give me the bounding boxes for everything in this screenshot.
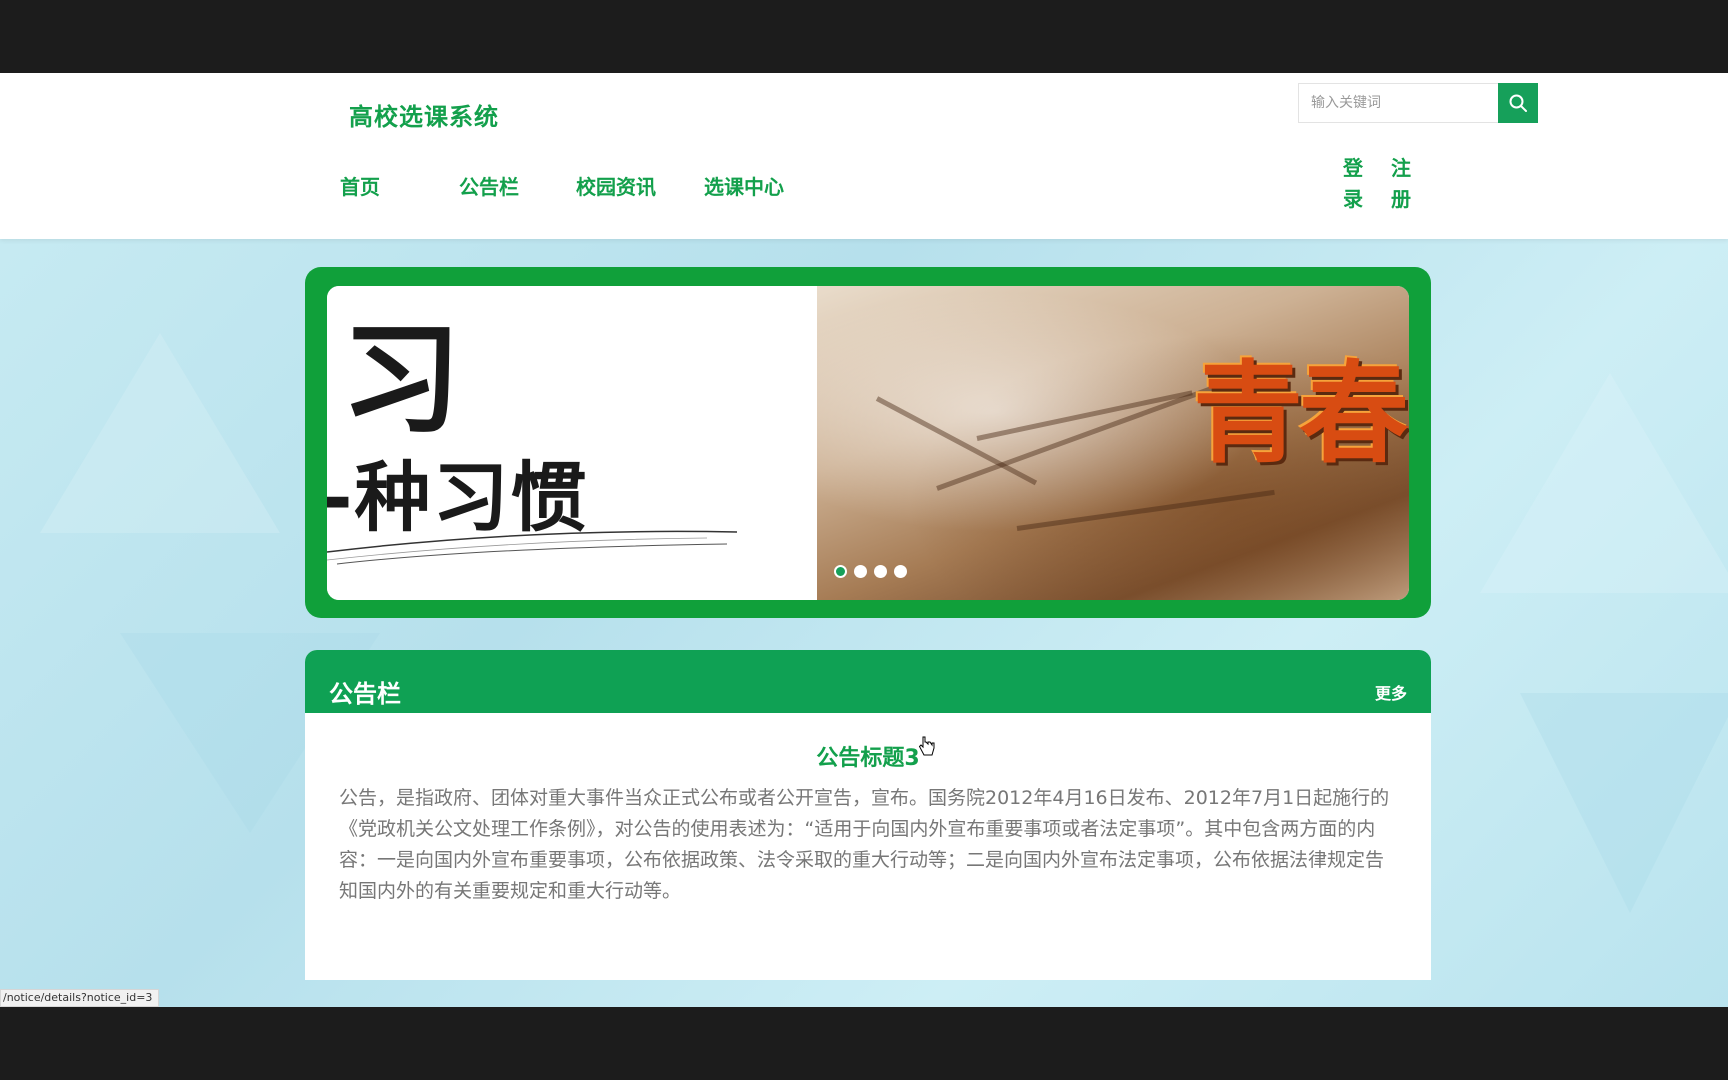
login-link[interactable]: 登录 [1341,153,1365,215]
slide-spring-text: 青春 [1193,349,1409,478]
register-link[interactable]: 注册 [1389,153,1413,215]
bg-triangle [1520,693,1728,913]
notice-item-body: 公告，是指政府、团体对重大事件当众正式公布或者公开宣告，宣布。国务院2012年4… [339,787,1390,902]
letterbox-top [0,0,1728,73]
notice-item-title[interactable]: 公告标题3 [305,740,1431,772]
bg-triangle [40,333,280,533]
hand-cursor-icon [918,736,935,756]
carousel-dot[interactable] [854,565,867,578]
search-input[interactable] [1299,84,1499,122]
browser-viewport: 高校选课系统 首页 公告栏 校园资讯 选课中心 登录 注册 习 -种习惯 [0,73,1728,1007]
image-beam [875,396,1038,486]
carousel-dot[interactable] [834,565,847,578]
carousel-dot[interactable] [874,565,887,578]
slide-right-image: 青春 [817,286,1409,600]
banner-carousel[interactable]: 习 -种习惯 青春 [305,267,1431,618]
nav-item-course-center[interactable]: 选课中心 [704,171,784,200]
slide-brush-stroke [327,530,738,565]
nav-item-notice[interactable]: 公告栏 [459,171,519,200]
carousel-dots [834,565,907,578]
slide-big-char: 习 [341,311,461,450]
nav-item-home[interactable]: 首页 [340,171,380,200]
slide-left-panel: 习 -种习惯 [327,286,817,600]
notice-panel-header: 公告栏 更多 [305,650,1431,713]
search-button[interactable] [1498,83,1538,123]
notice-more-link[interactable]: 更多 [1375,680,1407,704]
site-header: 高校选课系统 首页 公告栏 校园资讯 选课中心 登录 注册 [0,73,1728,239]
site-title[interactable]: 高校选课系统 [349,97,499,132]
search-icon [1509,94,1528,112]
image-beam [1016,489,1275,531]
nav-item-campus-news[interactable]: 校园资讯 [576,171,656,200]
status-bar-url: /notice/details?notice_id=3 [0,989,160,1007]
notice-panel: 公告栏 更多 公告标题3 公告，是指政府、团体对重大事件当众正式公布或者公开宣告… [305,650,1431,980]
search-box [1298,83,1538,123]
banner-slide[interactable]: 习 -种习惯 青春 [327,286,1409,600]
carousel-dot[interactable] [894,565,907,578]
notice-panel-title: 公告栏 [329,680,401,708]
letterbox-bottom [0,1007,1728,1080]
bg-triangle [1480,373,1728,593]
